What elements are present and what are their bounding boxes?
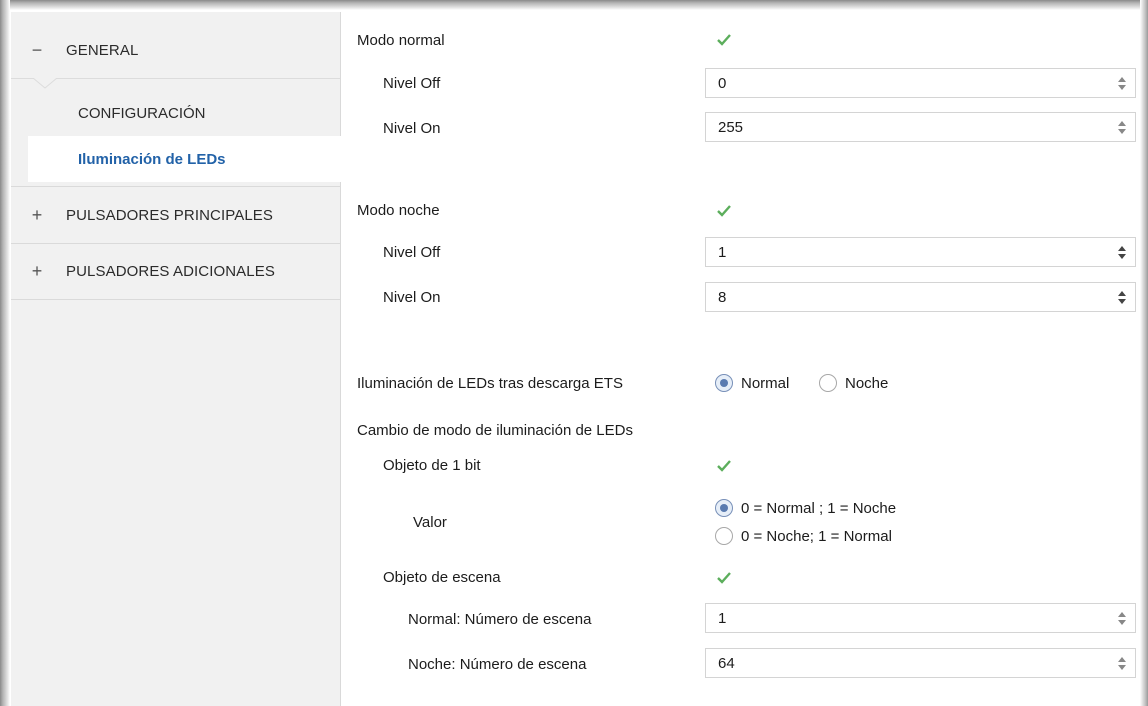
spin-arrows-icon[interactable]	[1113, 113, 1131, 141]
radio-label: 0 = Normal ; 1 = Noche	[741, 499, 897, 517]
check-icon	[717, 460, 731, 472]
sidebar-group-label: PULSADORES PRINCIPALES	[66, 206, 273, 224]
sidebar-item-iluminacion-leds[interactable]: Iluminación de LEDs	[28, 136, 341, 182]
noche-escena-input[interactable]: 64	[705, 648, 1136, 678]
spin-arrows-icon[interactable]	[1113, 69, 1131, 97]
sidebar-group-label: PULSADORES ADICIONALES	[66, 262, 275, 280]
input-value: 64	[718, 654, 735, 672]
sidebar-group-general[interactable]: − GENERAL	[11, 22, 340, 78]
radio-label: 0 = Noche; 1 = Normal	[741, 527, 892, 545]
radio-selected-icon	[715, 499, 733, 517]
sidebar-group-pulsadores-adicionales[interactable]: + PULSADORES ADICIONALES	[11, 243, 340, 300]
tras-descarga-label: Iluminación de LEDs tras descarga ETS	[357, 375, 623, 392]
modo-normal-nivel-on-label: Nivel On	[383, 120, 441, 137]
radio-valor-normal-noche[interactable]: 0 = Normal ; 1 = Noche	[715, 499, 896, 517]
objeto-1bit-label: Objeto de 1 bit	[383, 457, 481, 474]
modo-normal-nivel-off-input[interactable]: 0	[705, 68, 1136, 98]
modo-noche-nivel-on-label: Nivel On	[383, 289, 441, 306]
input-value: 1	[718, 609, 727, 627]
spin-arrows-icon[interactable]	[1113, 604, 1131, 632]
cambio-modo-label: Cambio de modo de iluminación de LEDs	[357, 422, 633, 439]
radio-label: Noche	[845, 374, 889, 392]
modo-noche-nivel-off-input[interactable]: 1	[705, 237, 1136, 267]
objeto-1bit-checkbox[interactable]	[713, 455, 735, 477]
input-value: 0	[718, 74, 727, 92]
radio-tras-descarga-noche[interactable]: Noche	[819, 374, 888, 392]
modo-noche-label: Modo noche	[357, 202, 440, 219]
modo-noche-nivel-off-label: Nivel Off	[383, 244, 441, 261]
input-value: 8	[718, 288, 727, 306]
divider	[11, 78, 340, 79]
normal-escena-label: Normal: Número de escena	[408, 611, 592, 628]
input-value: 255	[718, 118, 744, 136]
sidebar-item-label: CONFIGURACIÓN	[78, 104, 206, 122]
tree-notch-icon	[33, 78, 57, 89]
plus-icon[interactable]: +	[26, 261, 48, 282]
sidebar-item-configuracion[interactable]: CONFIGURACIÓN	[11, 91, 340, 135]
radio-label: Normal	[741, 374, 790, 392]
check-icon	[717, 572, 731, 584]
input-value: 1	[718, 243, 727, 261]
normal-escena-input[interactable]: 1	[705, 603, 1136, 633]
objeto-escena-label: Objeto de escena	[383, 569, 501, 586]
modo-normal-label: Modo normal	[357, 32, 445, 49]
radio-unselected-icon	[819, 374, 837, 392]
sidebar-group-pulsadores-principales[interactable]: + PULSADORES PRINCIPALES	[11, 186, 340, 244]
radio-selected-icon	[715, 374, 733, 392]
modo-noche-nivel-on-input[interactable]: 8	[705, 282, 1136, 312]
spin-arrows-icon[interactable]	[1113, 283, 1131, 311]
valor-label: Valor	[413, 514, 447, 531]
check-icon	[717, 205, 731, 217]
check-icon	[717, 34, 731, 46]
modo-normal-checkbox[interactable]	[713, 29, 735, 51]
minus-icon[interactable]: −	[26, 40, 48, 61]
noche-escena-label: Noche: Número de escena	[408, 656, 587, 673]
radio-valor-noche-normal[interactable]: 0 = Noche; 1 = Normal	[715, 527, 892, 545]
modo-normal-nivel-on-input[interactable]: 255	[705, 112, 1136, 142]
spin-arrows-icon[interactable]	[1113, 238, 1131, 266]
objeto-escena-checkbox[interactable]	[713, 567, 735, 589]
sidebar: − GENERAL CONFIGURACIÓN Iluminación de L…	[11, 12, 341, 706]
modo-normal-nivel-off-label: Nivel Off	[383, 75, 441, 92]
sidebar-group-label: GENERAL	[66, 41, 139, 59]
settings-panel: Modo normal Nivel Off 0 Nivel On 255 Mod…	[341, 12, 1141, 706]
plus-icon[interactable]: +	[26, 205, 48, 226]
radio-tras-descarga-normal[interactable]: Normal	[715, 374, 789, 392]
modo-noche-checkbox[interactable]	[713, 200, 735, 222]
spin-arrows-icon[interactable]	[1113, 649, 1131, 677]
radio-unselected-icon	[715, 527, 733, 545]
sidebar-item-label: Iluminación de LEDs	[78, 150, 226, 168]
